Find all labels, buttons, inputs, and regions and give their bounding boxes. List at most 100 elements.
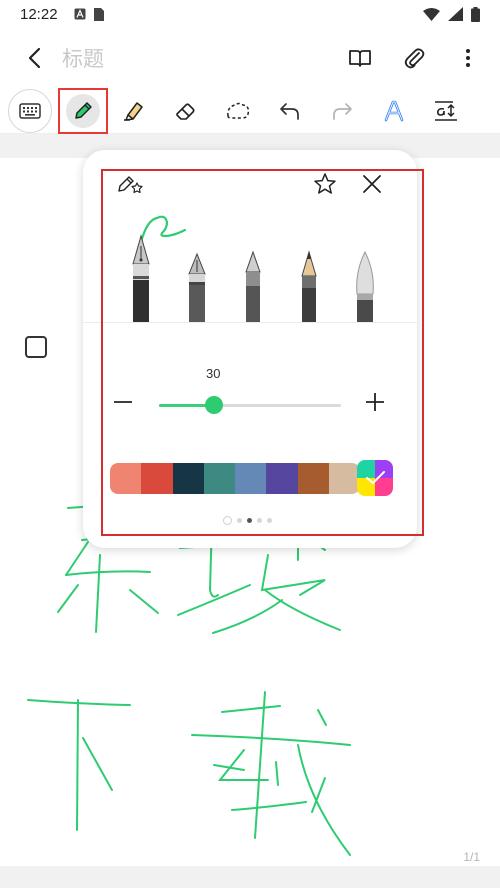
star-icon: [314, 173, 336, 194]
color-swatch[interactable]: [235, 463, 267, 494]
highlighter-tool-button[interactable]: [108, 88, 160, 134]
bottom-band: [0, 866, 500, 888]
sim-card-icon: [93, 7, 104, 21]
keyboard-button[interactable]: [8, 88, 52, 133]
page-counter: 1/1: [463, 850, 480, 864]
eraser-icon: [176, 102, 195, 120]
ink-stroke: [213, 764, 245, 771]
fountain-pen-icon: [132, 234, 150, 322]
stroke-size-slider[interactable]: [159, 396, 341, 414]
ink-stroke: [82, 737, 113, 791]
ink-stroke: [65, 541, 89, 576]
notification-a-icon: [74, 8, 86, 20]
panel-page-indicator: [223, 516, 272, 525]
plus-icon: [366, 393, 384, 411]
ballpoint-pen-option[interactable]: [233, 216, 273, 326]
ink-stroke: [317, 709, 327, 726]
ink-stroke: [217, 749, 269, 781]
redo-button[interactable]: [316, 88, 368, 134]
ink-stroke: [221, 705, 281, 713]
page-dot[interactable]: [237, 518, 242, 523]
color-swatch[interactable]: [172, 463, 204, 494]
brush-pen-option[interactable]: [345, 216, 385, 326]
ink-stroke: [264, 589, 341, 631]
lasso-icon: [227, 102, 250, 119]
drawing-toolbar: [0, 87, 500, 134]
eraser-tool-button[interactable]: [160, 88, 212, 134]
page-dot-active[interactable]: [247, 518, 252, 523]
color-wheel-check-icon: [357, 460, 393, 496]
page-dot[interactable]: [257, 518, 262, 523]
more-vertical-icon: [466, 49, 470, 67]
increase-size-button[interactable]: [363, 390, 387, 414]
ink-stroke: [129, 589, 159, 614]
page-dot[interactable]: [267, 518, 272, 523]
ballpoint-pen-icon: [245, 250, 261, 322]
redo-icon: [333, 102, 352, 120]
ink-stroke: [57, 584, 79, 613]
calligraphy-pen-option[interactable]: [177, 216, 217, 326]
keyboard-icon: [19, 102, 41, 119]
color-palette: [110, 463, 360, 494]
close-panel-button[interactable]: [362, 174, 382, 198]
attachment-button[interactable]: [396, 40, 432, 76]
undo-icon: [280, 102, 299, 120]
pencil-option[interactable]: [289, 216, 329, 326]
fountain-pen-option[interactable]: [121, 216, 161, 326]
more-options-button[interactable]: [450, 40, 486, 76]
color-swatch[interactable]: [297, 463, 329, 494]
ink-stroke: [275, 761, 279, 786]
custom-color-button[interactable]: [357, 460, 393, 496]
battery-icon: [471, 6, 480, 22]
app-bar: 标题: [0, 28, 500, 88]
color-swatch[interactable]: [328, 463, 360, 494]
ink-stroke: [231, 801, 307, 811]
calligraphy-pen-icon: [188, 252, 206, 322]
todo-checkbox[interactable]: [25, 336, 47, 358]
favorite-pen-settings-button[interactable]: [117, 172, 145, 198]
back-button[interactable]: [14, 38, 54, 78]
highlighter-icon: [124, 101, 143, 121]
stroke-size-value: 30: [206, 366, 221, 381]
stroke-size-control: 30: [83, 360, 417, 420]
reading-mode-button[interactable]: [342, 40, 378, 76]
text-format-icon: [435, 100, 457, 121]
paperclip-icon: [404, 48, 425, 69]
undo-button[interactable]: [264, 88, 316, 134]
back-arrow-icon: [28, 47, 41, 69]
stylized-a-icon: [384, 100, 404, 121]
color-swatch[interactable]: [110, 463, 142, 494]
ink-stroke: [27, 699, 131, 706]
ink-stroke: [297, 744, 351, 856]
book-icon: [349, 50, 371, 67]
ink-stroke: [254, 691, 266, 839]
ink-stroke: [95, 554, 101, 633]
color-swatch[interactable]: [266, 463, 298, 494]
ink-stroke: [212, 599, 283, 634]
pen-star-icon: [118, 176, 143, 194]
status-time: 12:22: [20, 5, 58, 23]
ink-stroke: [311, 777, 326, 813]
color-swatch[interactable]: [203, 463, 235, 494]
pen-tool-button[interactable]: [58, 87, 108, 134]
brush-pen-icon: [356, 250, 374, 322]
note-title-placeholder[interactable]: 标题: [62, 43, 104, 73]
wifi-icon: [423, 7, 440, 21]
status-bar: 12:22: [0, 0, 500, 28]
page-dot-home[interactable]: [223, 516, 232, 525]
panel-divider: [83, 322, 417, 323]
text-style-button[interactable]: [368, 88, 420, 134]
ink-stroke: [177, 584, 251, 616]
decrease-size-button[interactable]: [111, 390, 135, 414]
add-favorite-button[interactable]: [313, 172, 337, 200]
pen-type-list: [103, 216, 403, 326]
minus-icon: [114, 401, 132, 403]
signal-icon: [448, 7, 463, 21]
text-format-button[interactable]: [420, 88, 472, 134]
pencil-icon: [301, 250, 317, 322]
ink-stroke: [191, 734, 351, 746]
lasso-tool-button[interactable]: [212, 88, 264, 134]
slider-thumb[interactable]: [205, 396, 223, 414]
color-swatch[interactable]: [141, 463, 173, 494]
ink-stroke: [76, 699, 79, 831]
